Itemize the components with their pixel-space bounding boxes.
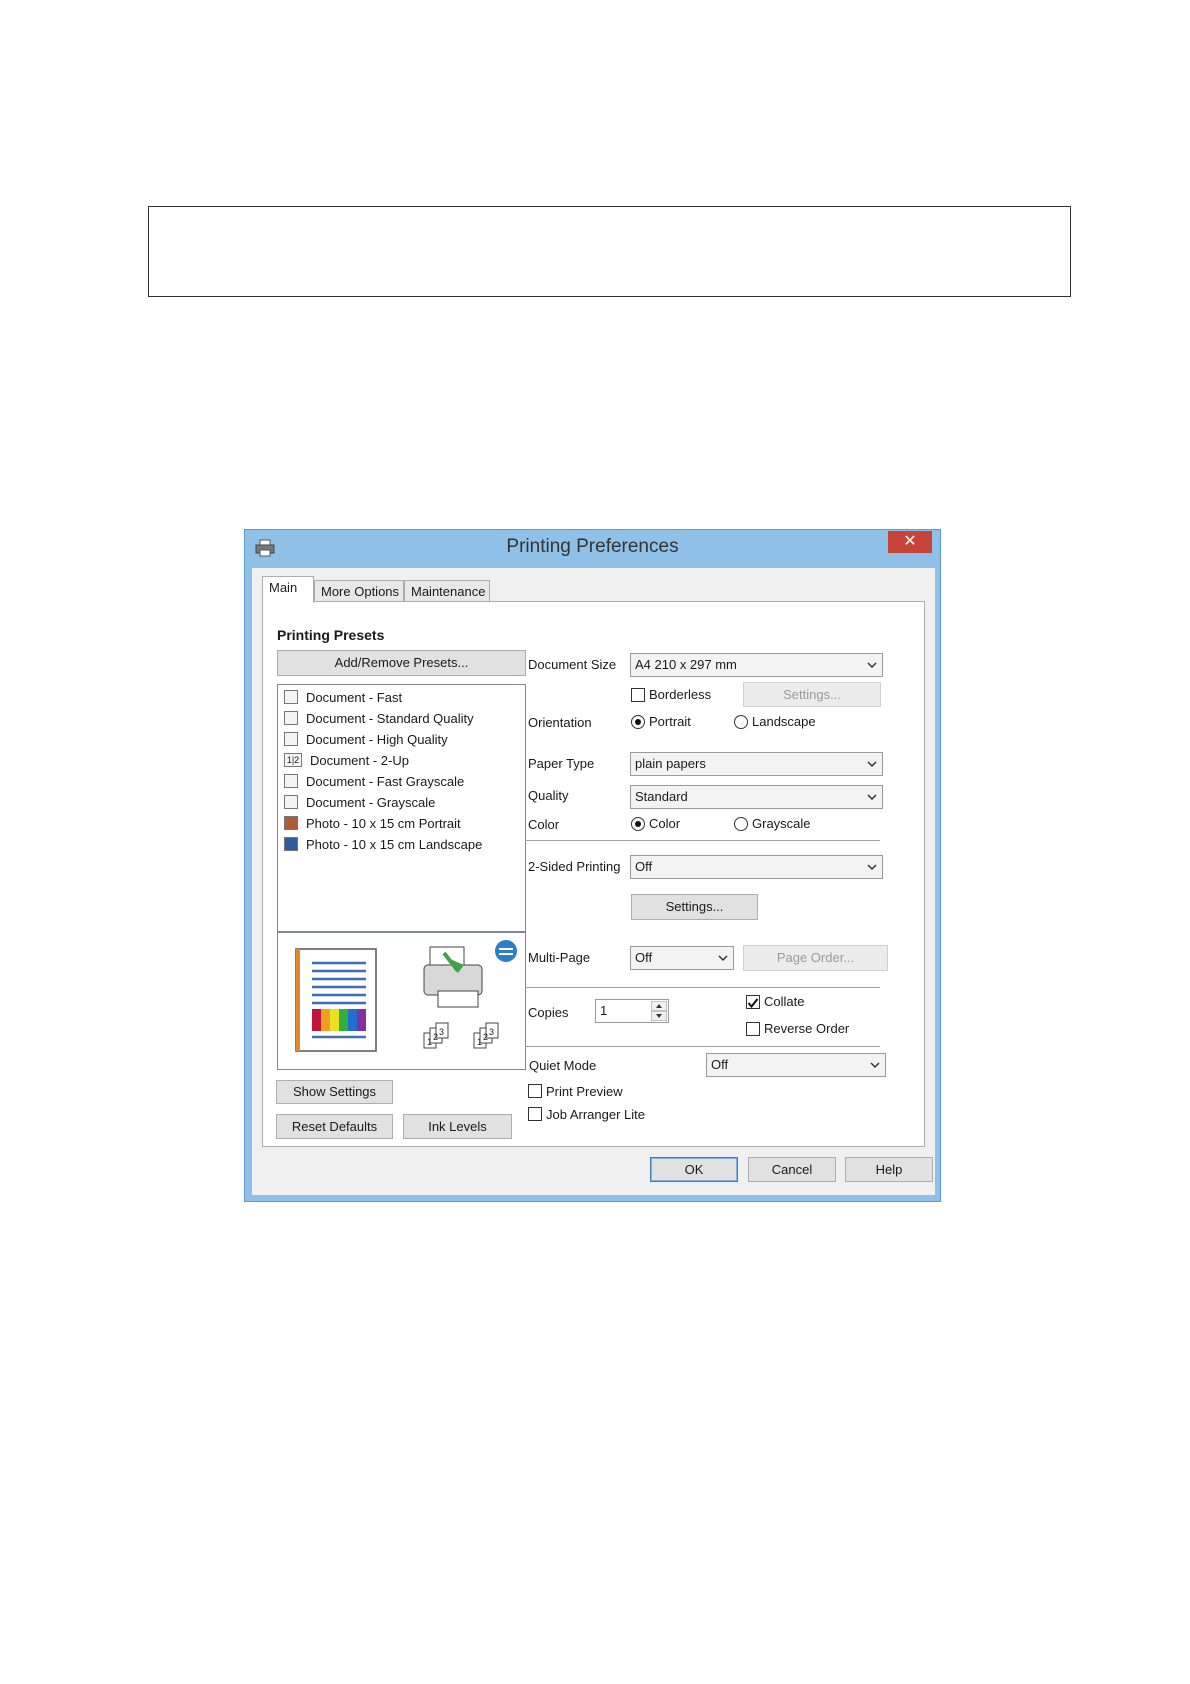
ok-button[interactable]: OK bbox=[650, 1157, 738, 1182]
collate-label: Collate bbox=[764, 994, 805, 1009]
chevron-down-icon bbox=[867, 761, 877, 768]
chevron-down-icon bbox=[870, 1062, 880, 1069]
chevron-down-icon bbox=[867, 662, 877, 669]
color-label: Color bbox=[528, 817, 560, 832]
two-up-icon: 1|2 bbox=[284, 752, 302, 767]
document-icon bbox=[284, 794, 298, 809]
list-item[interactable]: Document - Fast bbox=[284, 688, 402, 708]
list-item[interactable]: 1|2 Document - 2-Up bbox=[284, 751, 409, 771]
multi-page-select[interactable]: Off bbox=[630, 946, 734, 970]
tab-more-options[interactable]: More Options bbox=[314, 580, 404, 602]
settings-preview: 1 2 3 1 2 3 bbox=[277, 932, 526, 1070]
document-icon bbox=[284, 689, 298, 704]
checkmark-icon bbox=[747, 998, 759, 1009]
chevron-down-icon bbox=[867, 794, 877, 801]
page-preview-graphic: 1 2 3 1 2 3 bbox=[295, 940, 517, 1052]
color-option-label: Color bbox=[649, 816, 681, 831]
reset-defaults-button[interactable]: Reset Defaults bbox=[276, 1114, 393, 1139]
printing-preferences-dialog: Printing Preferences ✕ Main More Options… bbox=[244, 529, 941, 1202]
list-item[interactable]: Document - Grayscale bbox=[284, 793, 435, 813]
reverse-order-checkbox[interactable] bbox=[746, 1022, 760, 1036]
main-tab-panel: Printing Presets Add/Remove Presets... D… bbox=[262, 601, 925, 1147]
collate-number: 2 bbox=[483, 1032, 488, 1042]
two-sided-printing-select[interactable]: Off bbox=[630, 855, 883, 879]
list-item[interactable]: Document - Standard Quality bbox=[284, 709, 474, 729]
borderless-settings-button[interactable]: Settings... bbox=[743, 682, 881, 707]
collate-number: 1 bbox=[477, 1037, 482, 1047]
empty-frame bbox=[148, 206, 1071, 297]
grayscale-radio[interactable] bbox=[734, 817, 748, 831]
quality-label: Quality bbox=[528, 788, 569, 803]
chevron-down-icon bbox=[718, 955, 728, 962]
photo-landscape-icon bbox=[284, 836, 298, 851]
printing-presets-title: Printing Presets bbox=[277, 627, 385, 643]
collate-checkbox[interactable] bbox=[746, 995, 760, 1009]
spin-arrows-icon[interactable] bbox=[651, 1001, 667, 1021]
portrait-radio[interactable] bbox=[631, 715, 645, 729]
list-item[interactable]: Document - High Quality bbox=[284, 730, 448, 750]
document-icon bbox=[284, 731, 298, 746]
landscape-radio[interactable] bbox=[734, 715, 748, 729]
tab-maintenance[interactable]: Maintenance bbox=[404, 580, 490, 602]
dialog-body: Main More Options Maintenance Printing P… bbox=[252, 568, 935, 1195]
divider bbox=[525, 840, 880, 841]
quiet-mode-select[interactable]: Off bbox=[706, 1053, 886, 1077]
multi-page-label: Multi-Page bbox=[528, 950, 591, 965]
collate-number: 3 bbox=[439, 1027, 444, 1037]
document-size-select[interactable]: A4 210 x 297 mm bbox=[630, 653, 883, 677]
portrait-label: Portrait bbox=[649, 714, 691, 729]
quality-select[interactable]: Standard bbox=[630, 785, 883, 809]
copies-label: Copies bbox=[528, 1005, 569, 1020]
list-item[interactable]: Photo - 10 x 15 cm Landscape bbox=[284, 835, 482, 855]
print-preview-label: Print Preview bbox=[546, 1084, 623, 1099]
ink-levels-button[interactable]: Ink Levels bbox=[403, 1114, 512, 1139]
job-arranger-lite-label: Job Arranger Lite bbox=[546, 1107, 646, 1122]
cancel-button[interactable]: Cancel bbox=[748, 1157, 836, 1182]
orientation-label: Orientation bbox=[528, 715, 592, 730]
two-sided-printing-label: 2-Sided Printing bbox=[528, 859, 621, 874]
document-icon bbox=[284, 710, 298, 725]
title-bar[interactable]: Printing Preferences ✕ bbox=[245, 530, 940, 566]
divider bbox=[525, 1046, 880, 1047]
page-order-button[interactable]: Page Order... bbox=[743, 945, 888, 971]
window-title: Printing Preferences bbox=[506, 536, 679, 557]
show-settings-button[interactable]: Show Settings bbox=[276, 1080, 393, 1104]
chevron-down-icon bbox=[867, 864, 877, 871]
close-button[interactable]: ✕ bbox=[888, 531, 932, 553]
document-size-label: Document Size bbox=[528, 657, 617, 672]
list-item[interactable]: Document - Fast Grayscale bbox=[284, 772, 464, 792]
divider bbox=[525, 987, 880, 988]
help-button[interactable]: Help bbox=[845, 1157, 933, 1182]
collate-number: 2 bbox=[433, 1032, 438, 1042]
tab-main[interactable]: Main bbox=[262, 576, 314, 603]
add-remove-presets-button[interactable]: Add/Remove Presets... bbox=[277, 650, 526, 676]
print-preview-checkbox[interactable] bbox=[528, 1084, 542, 1098]
presets-list[interactable]: Document - Fast Document - Standard Qual… bbox=[277, 684, 526, 932]
two-sided-settings-button[interactable]: Settings... bbox=[631, 894, 758, 920]
copies-stepper[interactable]: 1 bbox=[595, 999, 669, 1023]
borderless-label: Borderless bbox=[649, 687, 712, 702]
photo-portrait-icon bbox=[284, 815, 298, 830]
job-arranger-lite-checkbox[interactable] bbox=[528, 1107, 542, 1121]
paper-type-label: Paper Type bbox=[528, 756, 595, 771]
printer-graphic bbox=[423, 946, 483, 1008]
document-icon bbox=[284, 773, 298, 788]
list-item[interactable]: Photo - 10 x 15 cm Portrait bbox=[284, 814, 461, 834]
color-radio[interactable] bbox=[631, 817, 645, 831]
reverse-order-label: Reverse Order bbox=[764, 1021, 850, 1036]
grayscale-label: Grayscale bbox=[752, 816, 811, 831]
landscape-label: Landscape bbox=[752, 714, 816, 729]
collate-number: 3 bbox=[489, 1027, 494, 1037]
collate-number: 1 bbox=[427, 1037, 432, 1047]
quiet-mode-label: Quiet Mode bbox=[529, 1058, 597, 1073]
paper-type-select[interactable]: plain papers bbox=[630, 752, 883, 776]
borderless-checkbox[interactable] bbox=[631, 688, 645, 702]
